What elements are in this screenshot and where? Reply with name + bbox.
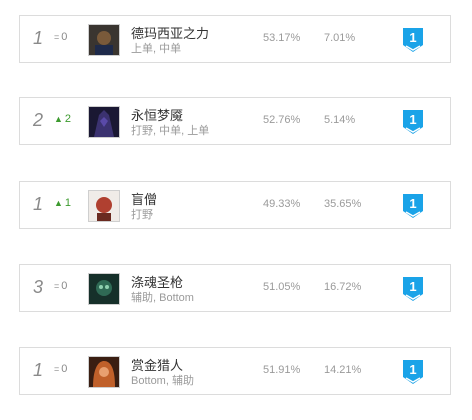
rank-change: ▲ 1: [54, 197, 71, 209]
champion-row[interactable]: 1 = 0 赏金猎人 Bottom, 辅助 51.91% 14.21% 1: [19, 347, 451, 395]
champion-row[interactable]: 2 ▲ 2 永恒梦魇 打野, 中单, 上单 52.76% 5.14% 1: [19, 97, 451, 145]
champion-portrait[interactable]: [88, 190, 120, 222]
rank-change: ▲ 2: [54, 113, 71, 125]
tier-number: 1: [409, 196, 417, 211]
champion-portrait[interactable]: [88, 24, 120, 56]
champion-portrait[interactable]: [88, 106, 120, 138]
win-rate: 49.33%: [263, 198, 301, 210]
rank-change: = 0: [54, 363, 67, 375]
champion-row[interactable]: 3 = 0 涤魂圣枪 辅助, Bottom 51.05% 16.72% 1: [19, 264, 451, 312]
tier-badge-icon: 1: [402, 359, 424, 385]
tier-number: 1: [409, 30, 417, 45]
rank-change-value: 0: [61, 280, 68, 292]
rank-number: 1: [33, 360, 44, 380]
tier-number: 1: [409, 362, 417, 377]
pick-rate: 35.65%: [324, 198, 362, 210]
champion-roles: 打野: [131, 209, 153, 221]
rank-change-value: 2: [64, 113, 72, 125]
pick-rate: 7.01%: [324, 32, 356, 44]
champion-row[interactable]: 1 = 0 德玛西亚之力 上单, 中单 53.17% 7.01% 1: [19, 15, 451, 63]
equals-icon: =: [54, 281, 60, 291]
champion-portrait[interactable]: [88, 356, 120, 388]
rank-change: = 0: [54, 31, 67, 43]
arrow-up-icon: ▲: [54, 198, 63, 208]
tier-badge-icon: 1: [402, 276, 424, 302]
win-rate: 51.91%: [263, 364, 301, 376]
tier-number: 1: [409, 279, 417, 294]
tier-badge-icon: 1: [402, 27, 424, 53]
win-rate: 51.05%: [263, 281, 301, 293]
rank-change-value: 1: [64, 197, 72, 209]
rank-number: 2: [33, 110, 44, 130]
rank-number: 1: [33, 28, 44, 48]
rank-number: 3: [33, 277, 44, 297]
win-rate: 52.76%: [263, 114, 301, 126]
equals-icon: =: [54, 364, 60, 374]
rank-change-value: 0: [61, 363, 68, 375]
pick-rate: 16.72%: [324, 281, 362, 293]
champion-roles: 辅助, Bottom: [131, 292, 194, 304]
champion-roles: Bottom, 辅助: [131, 375, 194, 387]
equals-icon: =: [54, 32, 60, 42]
tier-number: 1: [409, 112, 417, 127]
tier-badge-icon: 1: [402, 193, 424, 219]
champion-roles: 上单, 中单: [131, 43, 182, 55]
tier-badge-icon: 1: [402, 109, 424, 135]
rank-number: 1: [33, 194, 44, 214]
rank-change: = 0: [54, 280, 67, 292]
pick-rate: 14.21%: [324, 364, 362, 376]
champion-roles: 打野, 中单, 上单: [131, 125, 210, 137]
rank-change-value: 0: [61, 31, 68, 43]
champion-portrait[interactable]: [88, 273, 120, 305]
pick-rate: 5.14%: [324, 114, 356, 126]
arrow-up-icon: ▲: [54, 114, 63, 124]
champion-row[interactable]: 1 ▲ 1 盲僧 打野 49.33% 35.65% 1: [19, 181, 451, 229]
win-rate: 53.17%: [263, 32, 301, 44]
